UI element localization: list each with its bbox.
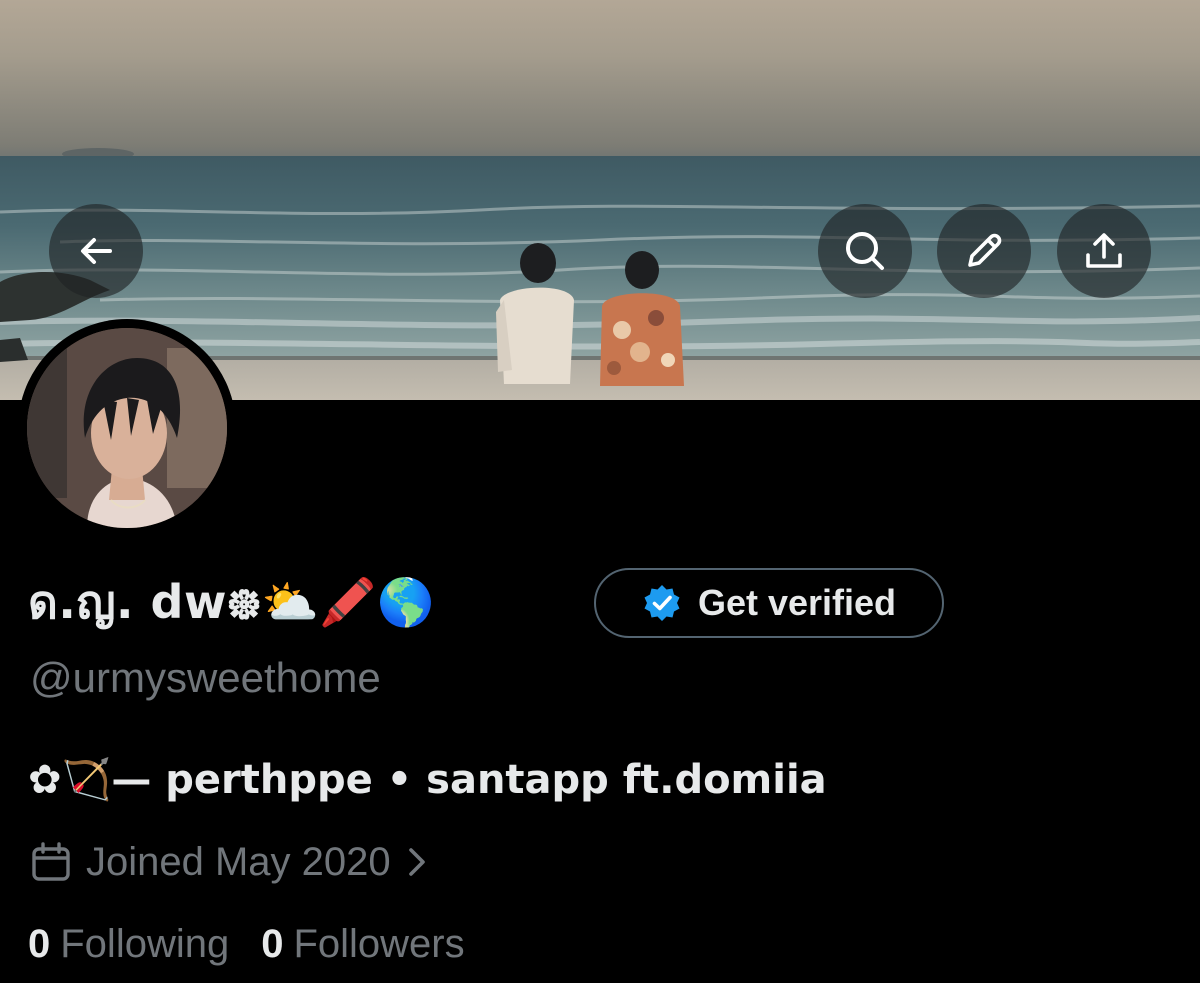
avatar[interactable] — [18, 319, 236, 537]
followers-count: 0 — [261, 922, 284, 966]
get-verified-button[interactable]: Get verified — [594, 568, 944, 638]
get-verified-label: Get verified — [697, 582, 897, 623]
display-name-row: ด.ญ. dw᪥⛅🖍️🌎 — [28, 566, 435, 642]
back-button[interactable] — [49, 204, 143, 298]
edit-profile-button[interactable] — [937, 204, 1031, 298]
avatar-portrait-illustration — [27, 328, 227, 528]
followers-label: Followers — [293, 922, 465, 966]
share-button[interactable] — [1057, 204, 1151, 298]
follow-stats: 0 Following 0 Followers — [28, 922, 465, 967]
followers-stat[interactable]: 0 Followers — [261, 922, 464, 967]
following-label: Following — [60, 922, 230, 966]
avatar-photo — [27, 328, 227, 528]
following-stat[interactable]: 0 Following — [28, 922, 229, 967]
bio-text: ✿🏹— perthppe • santapp ft.domiia — [28, 757, 827, 803]
search-icon — [846, 232, 884, 270]
display-name: ด.ญ. dw᪥⛅🖍️🌎 — [28, 575, 435, 629]
profile-page: ด.ญ. dw᪥⛅🖍️🌎 Get verified @urmysweethome… — [0, 0, 1200, 983]
joined-date-text: Joined May 2020 — [86, 839, 391, 884]
user-handle: @urmysweethome — [30, 654, 381, 701]
calendar-icon — [32, 842, 70, 881]
joined-date-link[interactable]: Joined May 2020 — [30, 834, 429, 890]
following-count: 0 — [28, 922, 51, 966]
pencil-icon — [968, 233, 1002, 267]
share-icon — [1086, 233, 1122, 268]
search-button[interactable] — [818, 204, 912, 298]
chevron-right-icon — [408, 848, 425, 876]
verified-badge-icon — [644, 585, 680, 621]
arrow-left-icon — [81, 238, 112, 264]
